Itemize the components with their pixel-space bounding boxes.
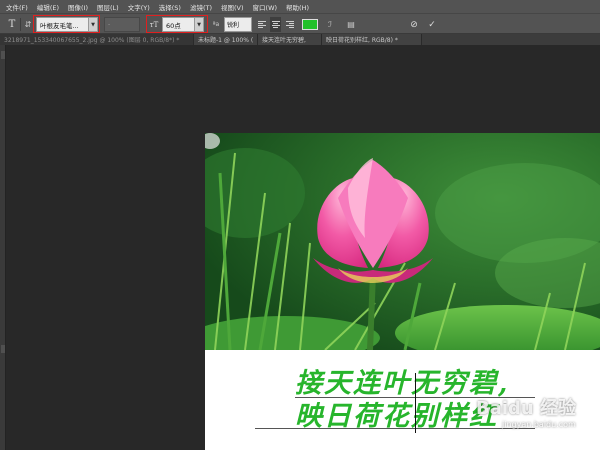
menu-image[interactable]: 图像(I): [68, 2, 88, 12]
menu-edit[interactable]: 编辑(E): [37, 2, 59, 12]
lotus-photo: [205, 133, 600, 350]
align-left-button[interactable]: [256, 17, 267, 32]
menu-file[interactable]: 文件(F): [6, 2, 28, 12]
commit-check-icon[interactable]: ✓: [426, 17, 438, 32]
menu-filter[interactable]: 滤镜(T): [190, 2, 212, 12]
watermark-logo: Baidu 经验: [476, 398, 577, 419]
tab-document-3[interactable]: 接天连叶无穷碧,: [258, 34, 322, 45]
antialias-value: 锐利: [227, 22, 240, 29]
menu-layer[interactable]: 图层(L): [97, 2, 119, 12]
collapse-handle[interactable]: [1, 51, 5, 59]
character-panel-icon[interactable]: ▤: [345, 17, 357, 32]
tab-document-1[interactable]: 3218971_153340067655_2.jpg @ 100% (图层 0,…: [0, 34, 194, 45]
text-cursor: [415, 373, 416, 433]
menu-bar: 文件(F) 编辑(E) 图像(I) 图层(L) 文字(Y) 选择(S) 滤镜(T…: [0, 0, 600, 13]
menu-help[interactable]: 帮助(H): [286, 2, 309, 12]
tab-document-4[interactable]: 映日荷花别样红, RGB/8) *: [322, 34, 422, 45]
antialias-icon: ªa: [212, 21, 220, 28]
photoshop-window: 文件(F) 编辑(E) 图像(I) 图层(L) 文字(Y) 选择(S) 滤镜(T…: [0, 0, 600, 450]
type-tool-icon[interactable]: T: [4, 17, 20, 32]
collapse-handle[interactable]: [1, 345, 5, 353]
cancel-icon[interactable]: ⊘: [408, 17, 420, 32]
align-center-button[interactable]: [270, 17, 281, 32]
divider: [20, 18, 21, 31]
menu-type[interactable]: 文字(Y): [128, 2, 150, 12]
menu-window[interactable]: 窗口(W): [253, 2, 278, 12]
watermark: Baidu 经验 jingyan.baidu.com: [476, 394, 596, 438]
font-family-highlight: [33, 15, 100, 33]
align-right-button[interactable]: [284, 17, 295, 32]
antialias-select[interactable]: 锐利: [224, 17, 252, 32]
tab-document-2[interactable]: 未标题-1 @ 100% (: [194, 34, 258, 45]
type-options-bar: T ⇵ 叶根友毛笔... ▼ - тT 60点 ▼ ªa 锐利 ℐ ▤ ⊘ ✓: [0, 13, 600, 34]
watermark-url: jingyan.baidu.com: [502, 420, 576, 429]
menu-select[interactable]: 选择(S): [159, 2, 181, 12]
warp-text-icon[interactable]: ℐ: [324, 17, 336, 32]
font-style-value: -: [108, 21, 111, 28]
font-style-select[interactable]: -: [104, 17, 140, 32]
menu-view[interactable]: 视图(V): [221, 2, 244, 12]
font-size-highlight: [146, 15, 208, 33]
text-color-swatch[interactable]: [302, 19, 318, 30]
document-tabs: 3218971_153340067655_2.jpg @ 100% (图层 0,…: [0, 34, 600, 45]
